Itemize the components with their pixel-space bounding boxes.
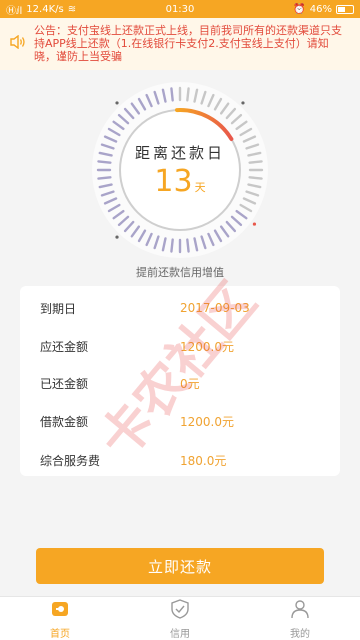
wifi-icon: ≋ xyxy=(67,3,77,15)
early-repay-hint: 提前还款信用增值 xyxy=(136,266,224,279)
days-unit: 天 xyxy=(194,181,206,194)
bottom-tab-bar: 首页 信用 我的 xyxy=(0,596,360,640)
battery-icon xyxy=(336,4,354,14)
user-icon xyxy=(289,598,311,623)
carrier-signal: Ⓗⅈl xyxy=(6,5,23,17)
tab-home[interactable]: 首页 xyxy=(0,597,120,640)
tab-credit[interactable]: 信用 xyxy=(120,597,240,640)
status-left: Ⓗⅈl 12.4K/s ≋ xyxy=(6,2,293,17)
dial-center: 距离还款日 13 天 xyxy=(80,70,280,270)
status-right: ⏰ 46% xyxy=(293,4,354,15)
shield-check-icon xyxy=(169,598,191,623)
network-speed: 12.4K/s xyxy=(26,3,64,15)
dial-label: 距离还款日 xyxy=(134,144,225,162)
detail-value: 1200.0元 xyxy=(180,339,234,354)
speaker-icon xyxy=(10,24,34,66)
detail-row-service-fee: 综合服务费 180.0元 xyxy=(20,450,340,470)
alarm-icon: ⏰ xyxy=(293,3,306,15)
countdown-dial: 距离还款日 13 天 xyxy=(80,70,280,270)
tab-mine[interactable]: 我的 xyxy=(240,597,360,640)
detail-key: 应还金额 xyxy=(40,339,89,354)
detail-value: 180.0元 xyxy=(180,453,227,468)
detail-value: 2017-09-03 xyxy=(180,301,250,315)
detail-key: 借款金额 xyxy=(40,414,89,429)
detail-row-amount-paid: 已还金额 0元 xyxy=(20,373,340,393)
detail-key: 到期日 xyxy=(40,301,77,316)
announcement-banner[interactable]: 公告：支付宝线上还款正式上线，目前我司所有的还款渠道只支持APP线上还款（1.在… xyxy=(0,18,360,70)
tab-label: 信用 xyxy=(170,628,190,640)
tab-label: 我的 xyxy=(290,628,310,640)
dial-days: 13 天 xyxy=(80,164,280,199)
days-count: 13 xyxy=(154,164,193,199)
announcement-text: 公告：支付宝线上还款正式上线，目前我司所有的还款渠道只支持APP线上还款（1.在… xyxy=(34,24,342,63)
tab-label: 首页 xyxy=(50,628,70,640)
detail-row-due-date: 到期日 2017-09-03 xyxy=(20,298,340,318)
status-bar: Ⓗⅈl 12.4K/s ≋ 01:30 ⏰ 46% xyxy=(0,0,360,18)
detail-row-loan-amount: 借款金额 1200.0元 xyxy=(20,411,340,431)
repayment-details-card: 到期日 2017-09-03 应还金额 1200.0元 已还金额 0元 借款金额… xyxy=(20,286,340,476)
detail-value: 1200.0元 xyxy=(180,414,234,429)
detail-key: 已还金额 xyxy=(40,376,89,391)
detail-row-amount-due: 应还金额 1200.0元 xyxy=(20,336,340,356)
detail-value: 0元 xyxy=(180,376,200,391)
home-icon xyxy=(49,598,71,623)
repay-now-button[interactable]: 立即还款 xyxy=(36,548,324,584)
detail-key: 综合服务费 xyxy=(40,453,101,468)
battery-percent: 46% xyxy=(309,3,332,15)
